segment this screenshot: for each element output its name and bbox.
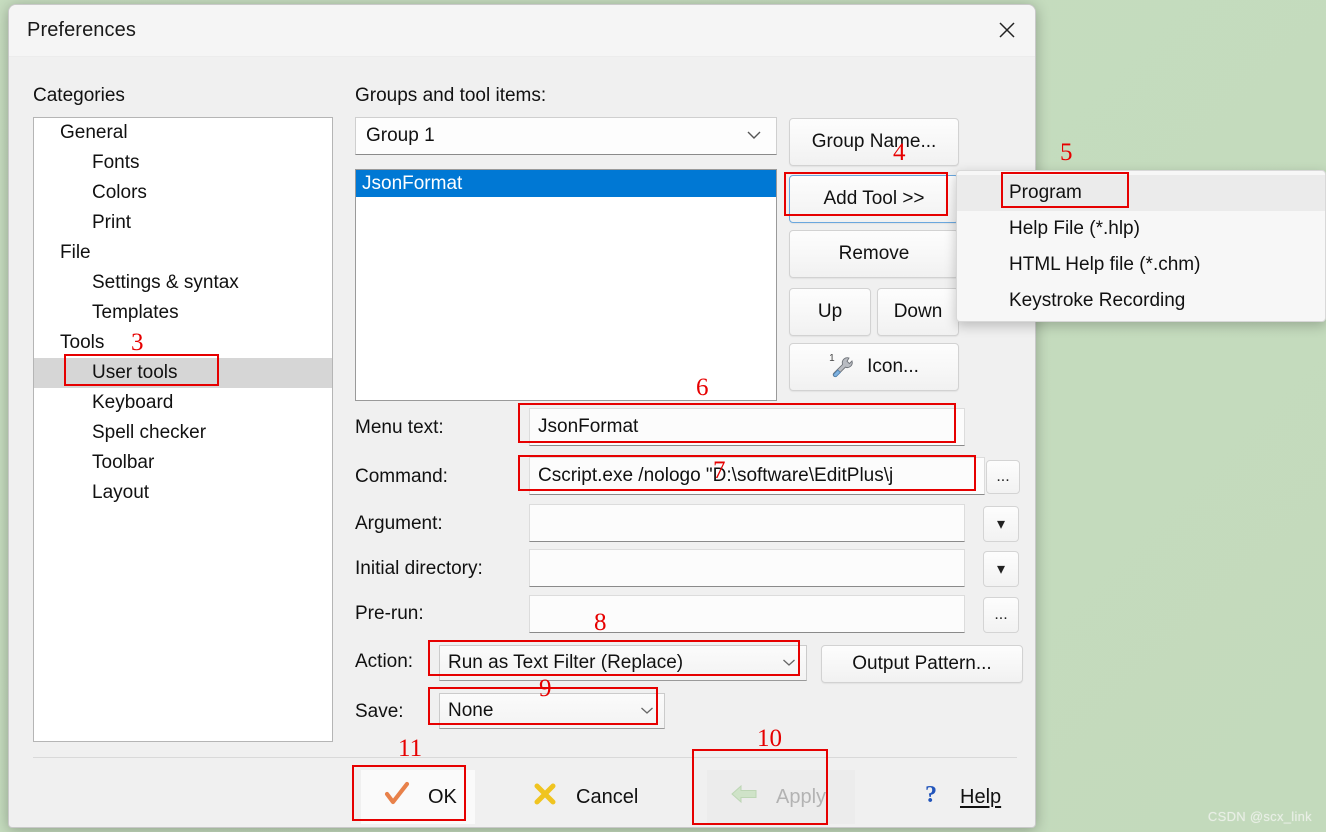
category-item-templates[interactable]: Templates bbox=[34, 298, 332, 328]
cancel-button[interactable]: Cancel bbox=[509, 770, 673, 824]
chevron-down-icon bbox=[782, 654, 806, 672]
save-label: Save: bbox=[355, 701, 404, 722]
command-label: Command: bbox=[355, 466, 448, 487]
output-pattern-button[interactable]: Output Pattern... bbox=[821, 645, 1023, 683]
annotation-number-5: 5 bbox=[1060, 139, 1073, 166]
groups-label: Groups and tool items: bbox=[355, 85, 547, 106]
menu-text-label: Menu text: bbox=[355, 417, 444, 438]
wrench-icon: 1 bbox=[829, 353, 855, 378]
menu-item-html-help-file[interactable]: HTML Help file (*.chm) bbox=[957, 247, 1325, 283]
category-item-toolbar[interactable]: Toolbar bbox=[34, 448, 332, 478]
save-select-value: None bbox=[448, 700, 494, 721]
category-item-layout[interactable]: Layout bbox=[34, 478, 332, 508]
apply-button-label: Apply bbox=[776, 785, 827, 808]
save-select[interactable]: None bbox=[439, 693, 665, 729]
cross-icon bbox=[532, 781, 558, 813]
move-up-button[interactable]: Up bbox=[789, 288, 871, 336]
ok-button[interactable]: OK bbox=[361, 770, 475, 824]
action-select-value: Run as Text Filter (Replace) bbox=[448, 652, 684, 673]
help-button[interactable]: ? Help bbox=[899, 770, 1029, 824]
pre-run-browse-button[interactable]: ... bbox=[983, 597, 1019, 633]
category-item-file[interactable]: File bbox=[34, 238, 332, 268]
menu-text-input[interactable]: JsonFormat bbox=[529, 408, 965, 446]
action-label: Action: bbox=[355, 651, 414, 672]
icon-button[interactable]: 1 Icon... bbox=[789, 343, 959, 391]
remove-button[interactable]: Remove bbox=[789, 230, 959, 278]
menu-item-program[interactable]: Program bbox=[957, 175, 1325, 211]
close-icon bbox=[997, 20, 1017, 40]
ok-button-label: OK bbox=[428, 785, 457, 808]
category-item-settings-syntax[interactable]: Settings & syntax bbox=[34, 268, 332, 298]
apply-button[interactable]: Apply bbox=[707, 770, 855, 824]
icon-badge-number: 1 bbox=[829, 353, 835, 364]
checkmark-icon bbox=[384, 781, 410, 813]
help-button-label: Help bbox=[960, 785, 1002, 808]
category-item-fonts[interactable]: Fonts bbox=[34, 148, 332, 178]
menu-item-keystroke-recording[interactable]: Keystroke Recording bbox=[957, 283, 1325, 319]
category-item-spell-checker[interactable]: Spell checker bbox=[34, 418, 332, 448]
menu-item-help-file[interactable]: Help File (*.hlp) bbox=[957, 211, 1325, 247]
chevron-down-icon bbox=[746, 127, 776, 145]
initial-directory-label: Initial directory: bbox=[355, 558, 483, 579]
icon-button-label: Icon... bbox=[867, 356, 919, 377]
argument-dropdown-button[interactable]: ▾ bbox=[983, 506, 1019, 542]
argument-input[interactable] bbox=[529, 504, 965, 542]
left-arrow-icon bbox=[730, 783, 758, 811]
add-tool-menu[interactable]: Program Help File (*.hlp) HTML Help file… bbox=[956, 170, 1326, 322]
categories-list[interactable]: General Fonts Colors Print File Settings… bbox=[33, 117, 333, 742]
list-item[interactable]: JsonFormat bbox=[356, 170, 776, 197]
initial-directory-dropdown-button[interactable]: ▾ bbox=[983, 551, 1019, 587]
question-mark-icon: ? bbox=[922, 781, 942, 813]
initial-directory-input[interactable] bbox=[529, 549, 965, 587]
categories-label: Categories bbox=[33, 85, 125, 106]
footer-separator bbox=[33, 757, 1017, 758]
action-select[interactable]: Run as Text Filter (Replace) bbox=[439, 645, 807, 681]
category-item-user-tools[interactable]: User tools bbox=[34, 358, 332, 388]
move-down-button[interactable]: Down bbox=[877, 288, 959, 336]
category-item-keyboard[interactable]: Keyboard bbox=[34, 388, 332, 418]
category-item-print[interactable]: Print bbox=[34, 208, 332, 238]
pre-run-input[interactable] bbox=[529, 595, 965, 633]
svg-text:?: ? bbox=[925, 782, 937, 807]
category-item-tools[interactable]: Tools bbox=[34, 328, 332, 358]
pre-run-label: Pre-run: bbox=[355, 603, 424, 624]
category-item-general[interactable]: General bbox=[34, 118, 332, 148]
command-browse-button[interactable]: ... bbox=[986, 460, 1020, 494]
category-item-colors[interactable]: Colors bbox=[34, 178, 332, 208]
tool-items-list[interactable]: JsonFormat bbox=[355, 169, 777, 401]
cancel-button-label: Cancel bbox=[576, 785, 639, 808]
command-input[interactable]: Cscript.exe /nologo "D:\software\EditPlu… bbox=[529, 457, 985, 495]
title-bar: Preferences bbox=[9, 5, 1035, 57]
group-select-value: Group 1 bbox=[366, 125, 435, 146]
close-button[interactable] bbox=[979, 5, 1035, 55]
argument-label: Argument: bbox=[355, 513, 443, 534]
preferences-dialog: Preferences Categories General Fonts Col… bbox=[8, 4, 1036, 828]
window-title: Preferences bbox=[27, 19, 136, 41]
group-name-button[interactable]: Group Name... bbox=[789, 118, 959, 166]
add-tool-button[interactable]: Add Tool >> bbox=[789, 175, 959, 223]
chevron-down-icon bbox=[640, 702, 664, 720]
group-select[interactable]: Group 1 bbox=[355, 117, 777, 155]
watermark: CSDN @scx_link bbox=[1207, 809, 1312, 824]
